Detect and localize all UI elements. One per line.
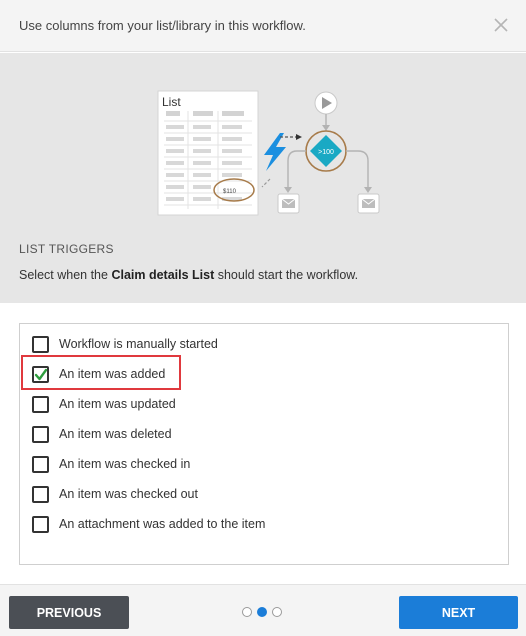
trigger-option-checked-out[interactable]: An item was checked out <box>32 483 198 505</box>
checkbox[interactable] <box>32 365 49 383</box>
trigger-option-label: An item was updated <box>59 397 176 411</box>
close-button[interactable] <box>490 14 512 36</box>
workflow-illustration: List $110 >100 <box>0 53 526 303</box>
page-dot[interactable] <box>242 607 252 617</box>
dialog-footer: PREVIOUS NEXT <box>0 584 526 636</box>
email-icon <box>277 193 300 214</box>
section-description: Select when the Claim details List shoul… <box>19 268 358 282</box>
pagination-dots <box>242 607 282 617</box>
checkmark-icon <box>34 368 48 380</box>
list-name: Claim details List <box>111 268 215 282</box>
trigger-option-label: An item was checked out <box>59 487 198 501</box>
section-title: LIST TRIGGERS <box>19 242 114 256</box>
trigger-option-manually-started[interactable]: Workflow is manually started <box>32 333 218 355</box>
desc-suffix: should start the workflow. <box>217 268 359 282</box>
checkbox[interactable] <box>32 455 49 473</box>
condition-diamond-icon: >100 <box>305 130 347 172</box>
trigger-option-item-updated[interactable]: An item was updated <box>32 393 176 415</box>
desc-prefix: Select when the <box>19 268 108 282</box>
trigger-option-attachment-added[interactable]: An attachment was added to the item <box>32 513 265 535</box>
list-document-illustration: List $110 <box>157 90 259 216</box>
trigger-option-item-deleted[interactable]: An item was deleted <box>32 423 172 445</box>
trigger-option-label: Workflow is manually started <box>59 337 218 351</box>
trigger-options-panel: Workflow is manually started An item was… <box>19 323 509 565</box>
trigger-option-label: An item was checked in <box>59 457 191 471</box>
condition-label: >100 <box>318 149 334 156</box>
illustration-list-title: List <box>162 95 181 109</box>
checkbox[interactable] <box>32 515 49 533</box>
trigger-option-label: An item was added <box>59 367 166 381</box>
trigger-option-label: An item was deleted <box>59 427 172 441</box>
page-dot[interactable] <box>272 607 282 617</box>
amount-label: $110 <box>223 189 237 195</box>
lightning-icon <box>264 133 286 171</box>
dialog-header: Use columns from your list/library in th… <box>0 0 526 52</box>
previous-button[interactable]: PREVIOUS <box>9 596 129 629</box>
next-button[interactable]: NEXT <box>399 596 518 629</box>
trigger-option-label: An attachment was added to the item <box>59 517 266 531</box>
close-icon <box>494 18 508 32</box>
header-text: Use columns from your list/library in th… <box>19 18 306 33</box>
play-icon <box>314 91 338 115</box>
trigger-option-checked-in[interactable]: An item was checked in <box>32 453 190 475</box>
checkbox[interactable] <box>32 425 49 443</box>
checkbox[interactable] <box>32 395 49 413</box>
trigger-option-item-added[interactable]: An item was added <box>32 363 165 385</box>
checkbox[interactable] <box>32 485 49 503</box>
checkbox[interactable] <box>32 335 49 353</box>
email-icon <box>357 193 380 214</box>
page-dot-active[interactable] <box>257 607 267 617</box>
